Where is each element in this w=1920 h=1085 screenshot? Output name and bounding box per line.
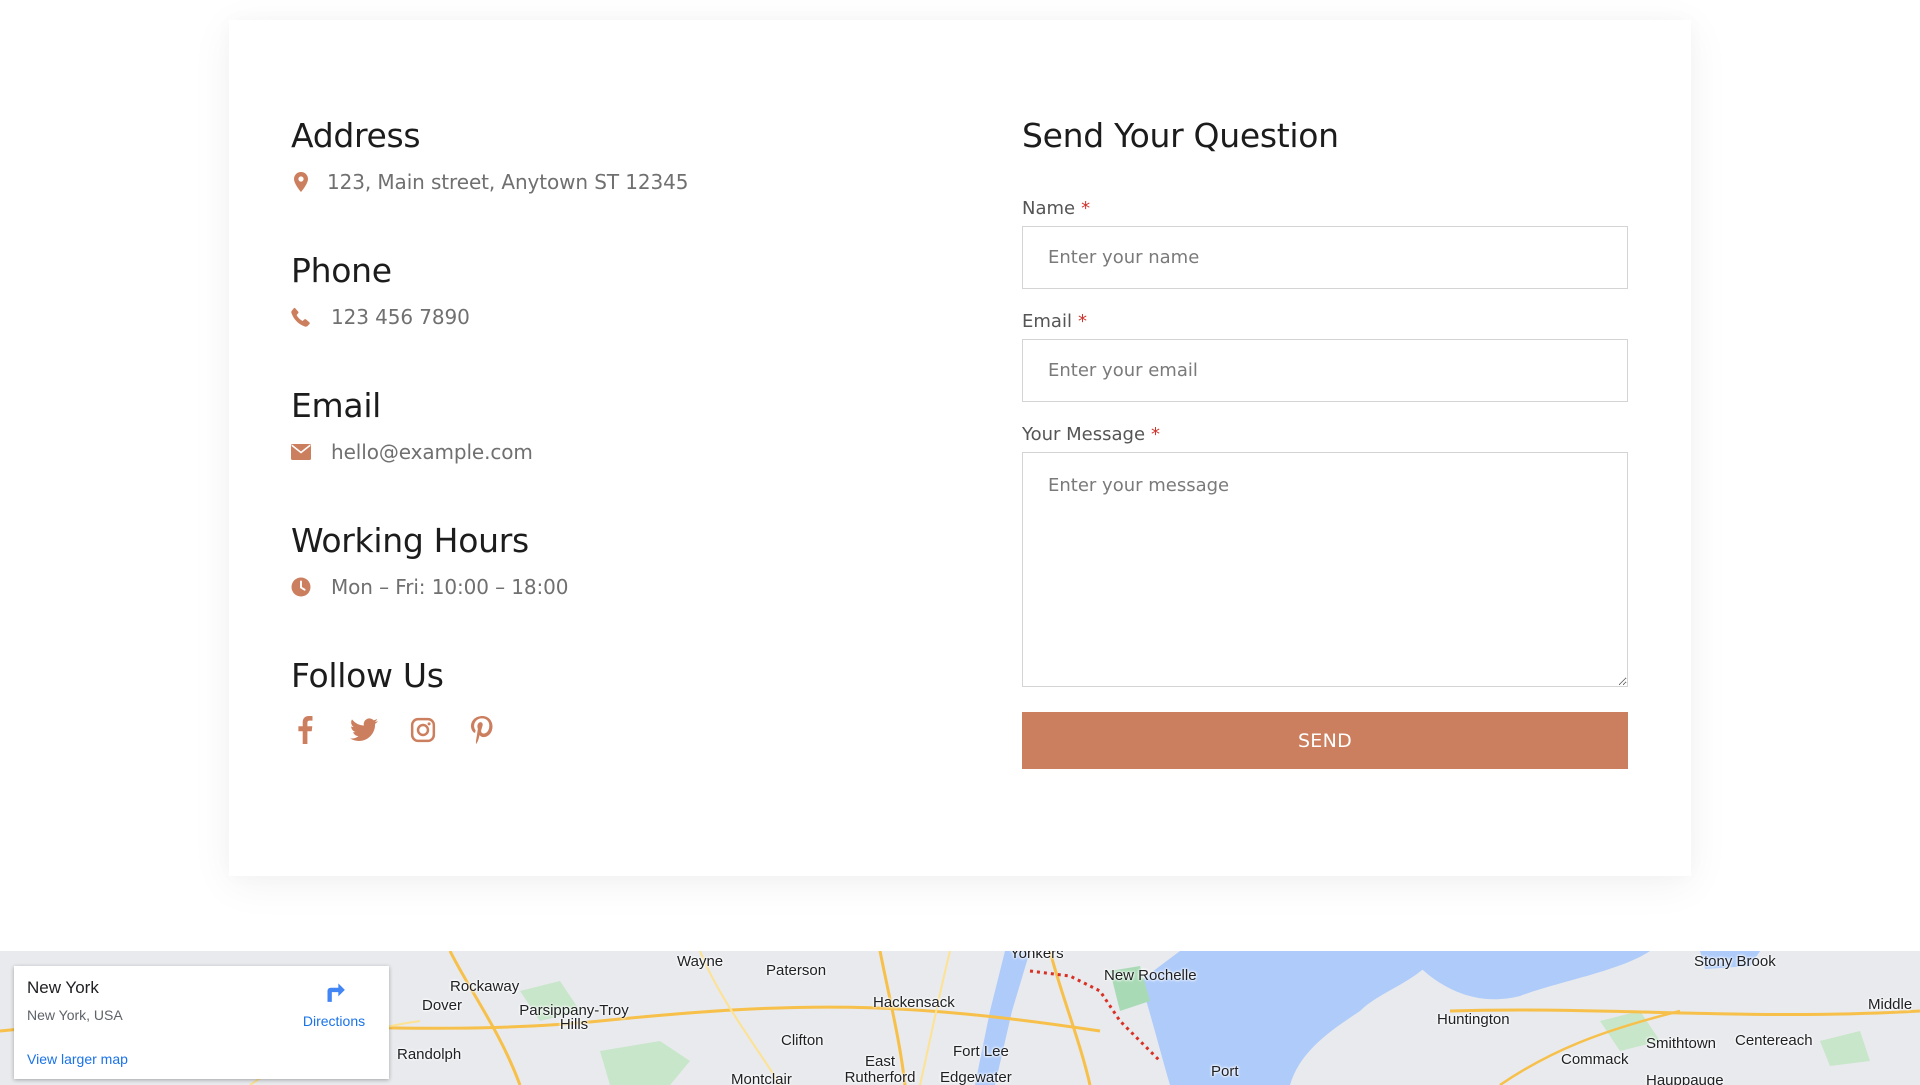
follow-section: Follow Us — [291, 656, 931, 744]
google-map[interactable]: Wayne Paterson Yonkers New Rochelle Ston… — [0, 951, 1920, 1085]
view-larger-map-link[interactable]: View larger map — [27, 1051, 128, 1067]
phone-heading: Phone — [291, 251, 392, 290]
place-address: New York, USA — [27, 1007, 123, 1023]
place-name: New York — [27, 978, 99, 997]
directions-icon — [327, 983, 345, 1002]
map-label: Middle — [1868, 996, 1913, 1013]
phone-icon — [291, 307, 311, 327]
map-label: Huntington — [1437, 1011, 1510, 1028]
map-label: Randolph — [397, 1046, 462, 1063]
map-label: Paterson — [766, 962, 827, 979]
twitter-icon[interactable] — [350, 716, 378, 744]
map-label: Stony Brook — [1694, 953, 1776, 970]
required-mark: * — [1151, 424, 1161, 445]
map-label: Rockaway — [450, 978, 520, 995]
address-heading: Address — [291, 116, 421, 155]
email-input[interactable] — [1022, 339, 1628, 402]
address-value: 123, Main street, Anytown ST 12345 — [327, 170, 689, 194]
required-mark: * — [1081, 198, 1091, 219]
map-pin-icon — [291, 172, 311, 192]
map-label: Commack — [1561, 1051, 1629, 1068]
question-form: Send Your Question Name* Email* Your Mes… — [1022, 116, 1628, 769]
map-label: Dover — [422, 997, 463, 1014]
map-label: Yonkers — [1010, 951, 1064, 962]
map-label: Montclair — [731, 1071, 792, 1085]
map-label: New Rochelle — [1104, 967, 1197, 984]
map-label: Clifton — [781, 1032, 824, 1049]
email-heading: Email — [291, 386, 382, 425]
clock-icon — [291, 577, 311, 597]
map-label: Parsippany-Troy Hills — [519, 1002, 629, 1033]
map-label: East Rutherford — [844, 1053, 916, 1085]
hours-value: Mon – Fri: 10:00 – 18:00 — [331, 575, 569, 599]
map-label: Fort Lee — [953, 1043, 1009, 1060]
map-place-card: New York New York, USA Directions View l… — [14, 966, 389, 1079]
name-label: Name * — [1022, 198, 1091, 219]
hours-heading: Working Hours — [291, 521, 529, 560]
email-label: Email * — [1022, 311, 1087, 332]
facebook-icon[interactable] — [291, 716, 319, 744]
map-label: Edgewater — [940, 1069, 1012, 1085]
social-links — [291, 716, 931, 744]
required-mark: * — [1077, 311, 1087, 332]
map-label: Wayne — [677, 953, 724, 970]
address-section: Address 123, Main street, Anytown ST 123… — [291, 116, 931, 196]
directions-button[interactable]: Directions — [294, 978, 374, 1029]
phone-value: 123 456 7890 — [331, 305, 470, 329]
message-textarea[interactable] — [1022, 452, 1628, 687]
email-value: hello@example.com — [331, 440, 533, 464]
form-title: Send Your Question — [1022, 116, 1339, 155]
phone-section: Phone 123 456 7890 — [291, 251, 931, 331]
map-label: Hackensack — [873, 994, 955, 1011]
map-label: Port — [1211, 1063, 1239, 1080]
follow-heading: Follow Us — [291, 656, 444, 695]
contact-card: Address 123, Main street, Anytown ST 123… — [229, 20, 1691, 876]
pinterest-icon[interactable] — [468, 716, 496, 744]
hours-section: Working Hours Mon – Fri: 10:00 – 18:00 — [291, 521, 931, 601]
name-input[interactable] — [1022, 226, 1628, 289]
map-label: Hauppauge — [1646, 1072, 1724, 1085]
email-section: Email hello@example.com — [291, 386, 931, 466]
envelope-icon — [291, 442, 311, 462]
send-button[interactable]: SEND — [1022, 712, 1628, 769]
map-label: Centereach — [1735, 1032, 1813, 1049]
contact-info: Address 123, Main street, Anytown ST 123… — [291, 116, 931, 744]
instagram-icon[interactable] — [409, 716, 437, 744]
map-label: Smithtown — [1646, 1035, 1717, 1052]
message-label: Your Message * — [1022, 424, 1161, 445]
